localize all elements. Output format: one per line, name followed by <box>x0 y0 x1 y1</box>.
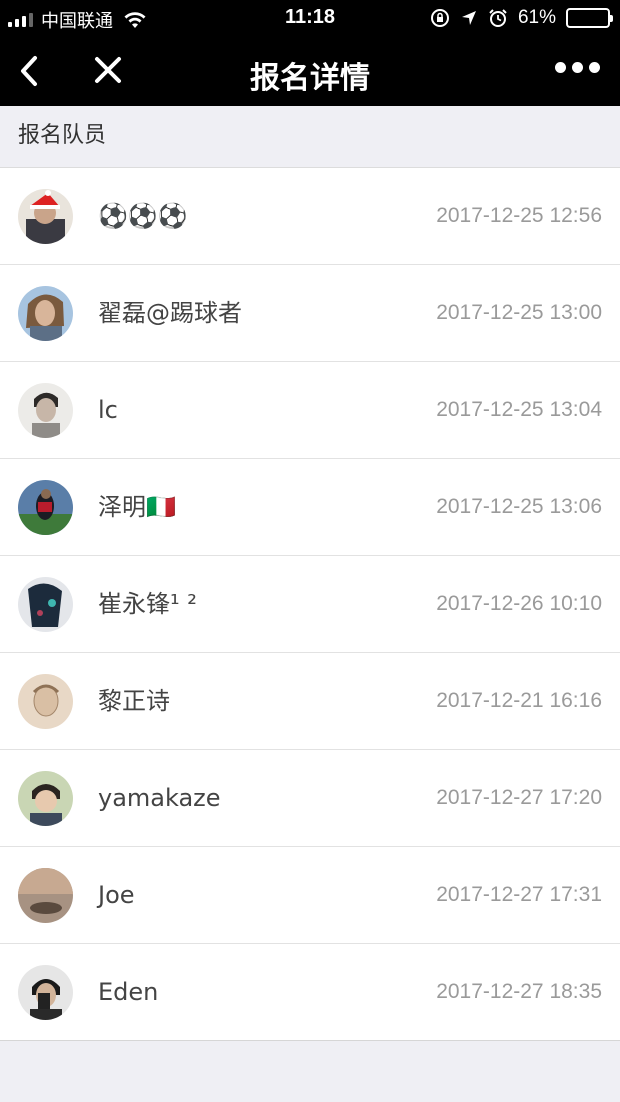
page-title: 报名详情 <box>250 61 370 96</box>
list-item[interactable]: lc 2017-12-25 13:04 <box>0 362 620 459</box>
member-name: 崔永锋¹ ² <box>98 590 197 618</box>
signup-time: 2017-12-25 13:04 <box>436 398 602 421</box>
avatar <box>18 480 73 535</box>
list-item[interactable]: 泽明🇮🇹 2017-12-25 13:06 <box>0 459 620 556</box>
list-item[interactable]: Joe 2017-12-27 17:31 <box>0 847 620 944</box>
member-list: ⚽⚽⚽ 2017-12-25 12:56 翟磊@踢球者 2017-12-25 1… <box>0 168 620 1041</box>
battery-icon <box>566 8 613 28</box>
avatar <box>18 674 73 729</box>
signup-time: 2017-12-27 18:35 <box>436 980 602 1003</box>
avatar <box>18 868 73 923</box>
signup-time: 2017-12-21 16:16 <box>436 689 602 712</box>
nav-bar: 报名详情 <box>0 36 620 106</box>
avatar <box>18 771 73 826</box>
more-icon[interactable] <box>555 62 600 73</box>
signup-time: 2017-12-27 17:20 <box>436 786 602 809</box>
avatar <box>18 577 73 632</box>
signup-time: 2017-12-25 13:00 <box>436 301 602 324</box>
battery-percent: 61% <box>517 7 556 28</box>
list-item[interactable]: 翟磊@踢球者 2017-12-25 13:00 <box>0 265 620 362</box>
member-name: 泽明🇮🇹 <box>98 493 176 521</box>
avatar <box>18 189 73 244</box>
status-right: 61% <box>430 7 613 29</box>
status-bar: 中国联通 11:18 61% <box>0 0 620 36</box>
signup-time: 2017-12-27 17:31 <box>436 883 602 906</box>
signup-time: 2017-12-26 10:10 <box>436 592 602 615</box>
avatar <box>18 383 73 438</box>
signup-time: 2017-12-25 12:56 <box>436 204 602 227</box>
alarm-icon <box>489 9 507 27</box>
list-item[interactable]: ⚽⚽⚽ 2017-12-25 12:56 <box>0 168 620 265</box>
avatar <box>18 286 73 341</box>
orientation-lock-icon <box>430 9 449 27</box>
list-item[interactable]: 黎正诗 2017-12-21 16:16 <box>0 653 620 750</box>
member-name: 翟磊@踢球者 <box>98 299 242 327</box>
member-name: Eden <box>98 978 159 1006</box>
member-name: Joe <box>98 881 135 909</box>
section-header: 报名队员 <box>0 106 620 168</box>
list-item[interactable]: 崔永锋¹ ² 2017-12-26 10:10 <box>0 556 620 653</box>
avatar <box>18 965 73 1020</box>
location-icon <box>461 11 476 25</box>
member-name: 黎正诗 <box>98 687 170 715</box>
member-name: ⚽⚽⚽ <box>98 202 188 230</box>
signup-time: 2017-12-25 13:06 <box>436 495 602 518</box>
list-item[interactable]: Eden 2017-12-27 18:35 <box>0 944 620 1041</box>
list-item[interactable]: yamakaze 2017-12-27 17:20 <box>0 750 620 847</box>
member-name: yamakaze <box>98 784 221 812</box>
member-name: lc <box>98 396 118 424</box>
